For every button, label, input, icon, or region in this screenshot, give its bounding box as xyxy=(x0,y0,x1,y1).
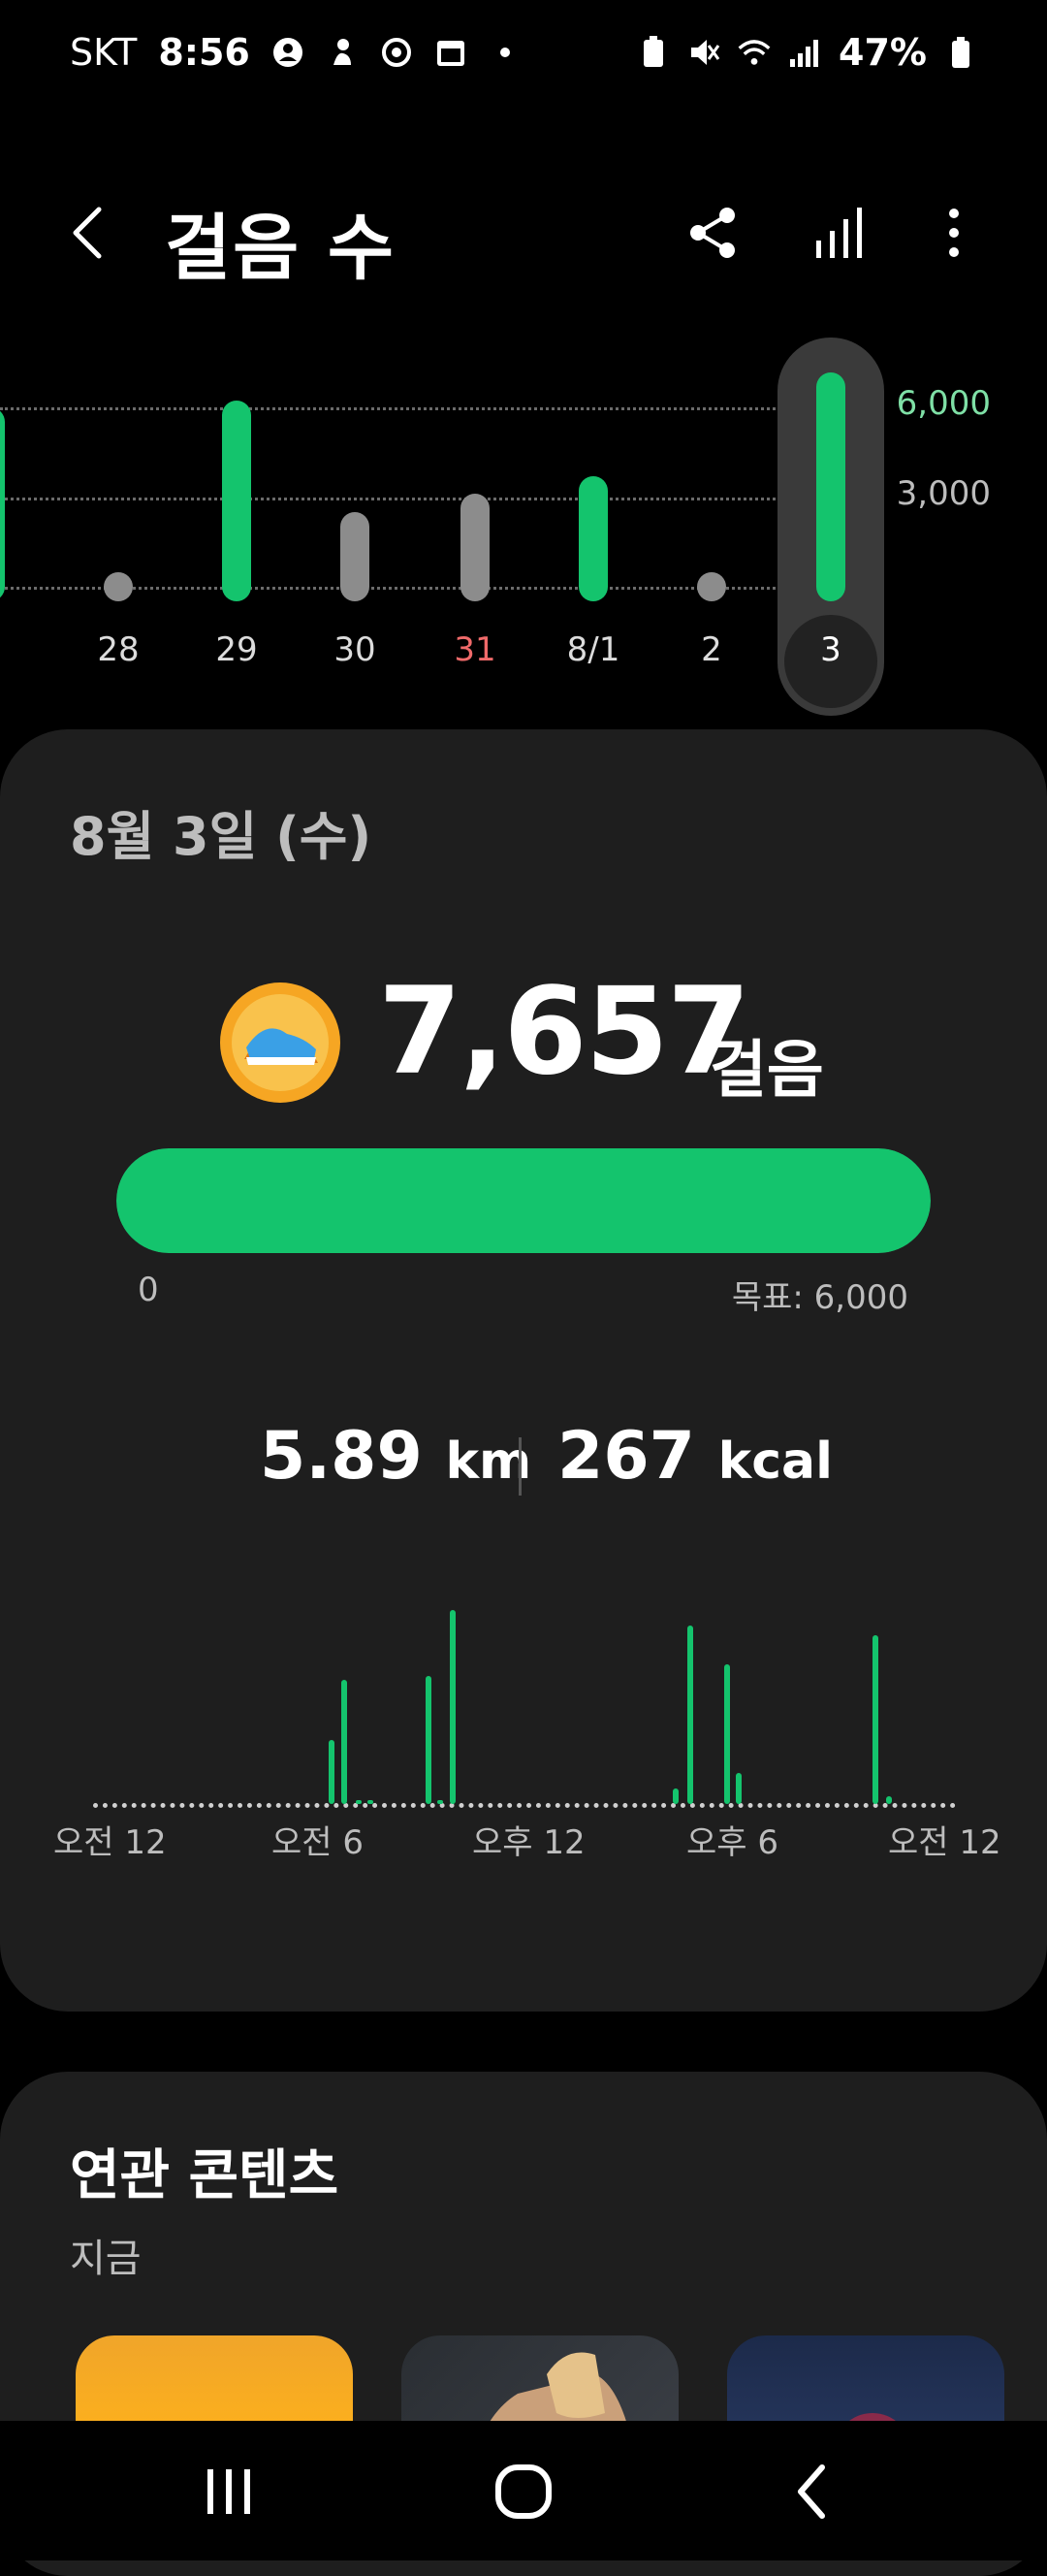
back-button[interactable] xyxy=(60,194,118,272)
wifi-icon xyxy=(738,36,771,69)
hour-bar xyxy=(367,1800,374,1804)
account-circle-icon xyxy=(271,36,304,69)
day-bar[interactable] xyxy=(579,475,608,601)
gridline-label: 3,000 xyxy=(896,473,991,513)
recents-icon xyxy=(207,2469,250,2514)
hour-bar xyxy=(723,1664,730,1804)
stat-divider xyxy=(519,1437,522,1496)
calories-unit: kcal xyxy=(717,1433,833,1491)
app-header: 걸음 수 xyxy=(0,165,1047,301)
status-bar: SKT 8:56 47% xyxy=(0,0,1047,114)
calories-value: 267 xyxy=(557,1418,695,1495)
day-label[interactable]: 31 xyxy=(436,630,514,669)
baby-icon xyxy=(326,36,359,69)
distance-stat: 5.89 km xyxy=(260,1418,531,1495)
more-vert-icon xyxy=(949,209,959,257)
calendar-icon xyxy=(434,36,467,69)
hour-axis-label: 오후 6 xyxy=(686,1823,778,1862)
hour-bar xyxy=(329,1740,335,1804)
share-icon xyxy=(690,208,735,258)
activity-stats: 5.89 km 267 kcal xyxy=(0,1418,1047,1515)
hour-bar xyxy=(341,1680,348,1804)
hour-bar xyxy=(425,1676,431,1804)
status-left: SKT 8:56 xyxy=(70,31,522,74)
calories-stat: 267 kcal xyxy=(557,1418,833,1495)
related-title: 연관 콘텐츠 xyxy=(70,2144,339,2207)
day-bar[interactable] xyxy=(460,494,490,601)
day-label[interactable]: 3 xyxy=(792,630,870,669)
back-icon xyxy=(798,2464,825,2519)
mute-icon xyxy=(687,36,720,69)
home-button[interactable] xyxy=(485,2458,562,2526)
battery-percent: 47% xyxy=(839,31,927,74)
gridline-3000 xyxy=(0,497,776,500)
hourly-baseline xyxy=(93,1803,956,1808)
hour-bar xyxy=(686,1626,693,1804)
system-back-button[interactable] xyxy=(776,2458,853,2526)
hour-axis-label: 오전 12 xyxy=(888,1823,1001,1862)
goal-progress-bar xyxy=(116,1148,931,1253)
related-subtitle: 지금 xyxy=(70,2237,142,2281)
bar-chart-icon xyxy=(816,208,862,258)
steps-count: 7,657 xyxy=(378,962,750,1102)
carrier-name: SKT xyxy=(70,31,138,74)
status-right: 47% xyxy=(637,31,977,74)
dot-icon xyxy=(489,36,522,69)
chevron-left-icon xyxy=(73,207,102,259)
day-bar[interactable] xyxy=(0,406,5,601)
sneaker-medal-icon xyxy=(217,980,343,1106)
hour-bar xyxy=(355,1800,362,1804)
day-bar[interactable] xyxy=(104,572,133,601)
day-bar[interactable] xyxy=(816,371,845,601)
day-label[interactable]: 7 xyxy=(0,630,10,669)
day-label[interactable]: 8/1 xyxy=(555,630,632,669)
share-button[interactable] xyxy=(684,204,743,262)
selected-date[interactable]: 8월 3일 (수) xyxy=(70,793,371,870)
distance-value: 5.89 xyxy=(260,1418,423,1495)
more-options-button[interactable] xyxy=(925,204,983,262)
daily-summary-card: 8월 3일 (수) 7,657 걸음 0 목표: 6,000 5.89 km 2… xyxy=(0,729,1047,2012)
hour-bar xyxy=(872,1635,878,1804)
trends-button[interactable] xyxy=(810,204,869,262)
day-label[interactable]: 30 xyxy=(316,630,394,669)
hour-axis-label: 오전 12 xyxy=(53,1823,167,1862)
home-icon xyxy=(495,2464,552,2519)
recents-button[interactable] xyxy=(190,2458,268,2526)
day-label[interactable]: 29 xyxy=(198,630,275,669)
hour-bar xyxy=(449,1610,456,1804)
day-bar[interactable] xyxy=(340,511,369,601)
clock-time: 8:56 xyxy=(158,31,250,74)
battery-icon xyxy=(944,36,977,69)
steps-unit: 걸음 xyxy=(710,1035,824,1107)
hourly-steps-chart: 오전 12 오전 6 오후 12 오후 6 오전 12 xyxy=(0,1610,1047,1874)
hour-axis-label: 오전 6 xyxy=(271,1823,364,1862)
hour-bar xyxy=(673,1788,680,1804)
hour-axis-label: 오후 12 xyxy=(472,1823,586,1862)
system-nav-bar xyxy=(0,2421,1047,2560)
goal-progress-fill xyxy=(116,1148,931,1253)
day-bar[interactable] xyxy=(222,401,251,601)
sync-icon xyxy=(380,36,413,69)
signal-icon xyxy=(788,36,821,69)
page-title: 걸음 수 xyxy=(165,207,397,290)
day-label[interactable]: 2 xyxy=(673,630,750,669)
gridline-6000 xyxy=(0,407,776,410)
battery-saver-icon xyxy=(637,36,670,69)
hour-bar xyxy=(736,1773,743,1804)
progress-goal-label: 목표: 6,000 xyxy=(731,1278,908,1317)
day-bar[interactable] xyxy=(697,572,726,601)
gridline-label: 6,000 xyxy=(896,384,991,423)
hour-bar xyxy=(437,1800,444,1804)
day-label[interactable]: 28 xyxy=(79,630,157,669)
progress-min-label: 0 xyxy=(138,1271,159,1309)
weekly-steps-chart: 6,000 3,000 7 28 29 30 31 8/1 2 3 xyxy=(0,330,1047,718)
